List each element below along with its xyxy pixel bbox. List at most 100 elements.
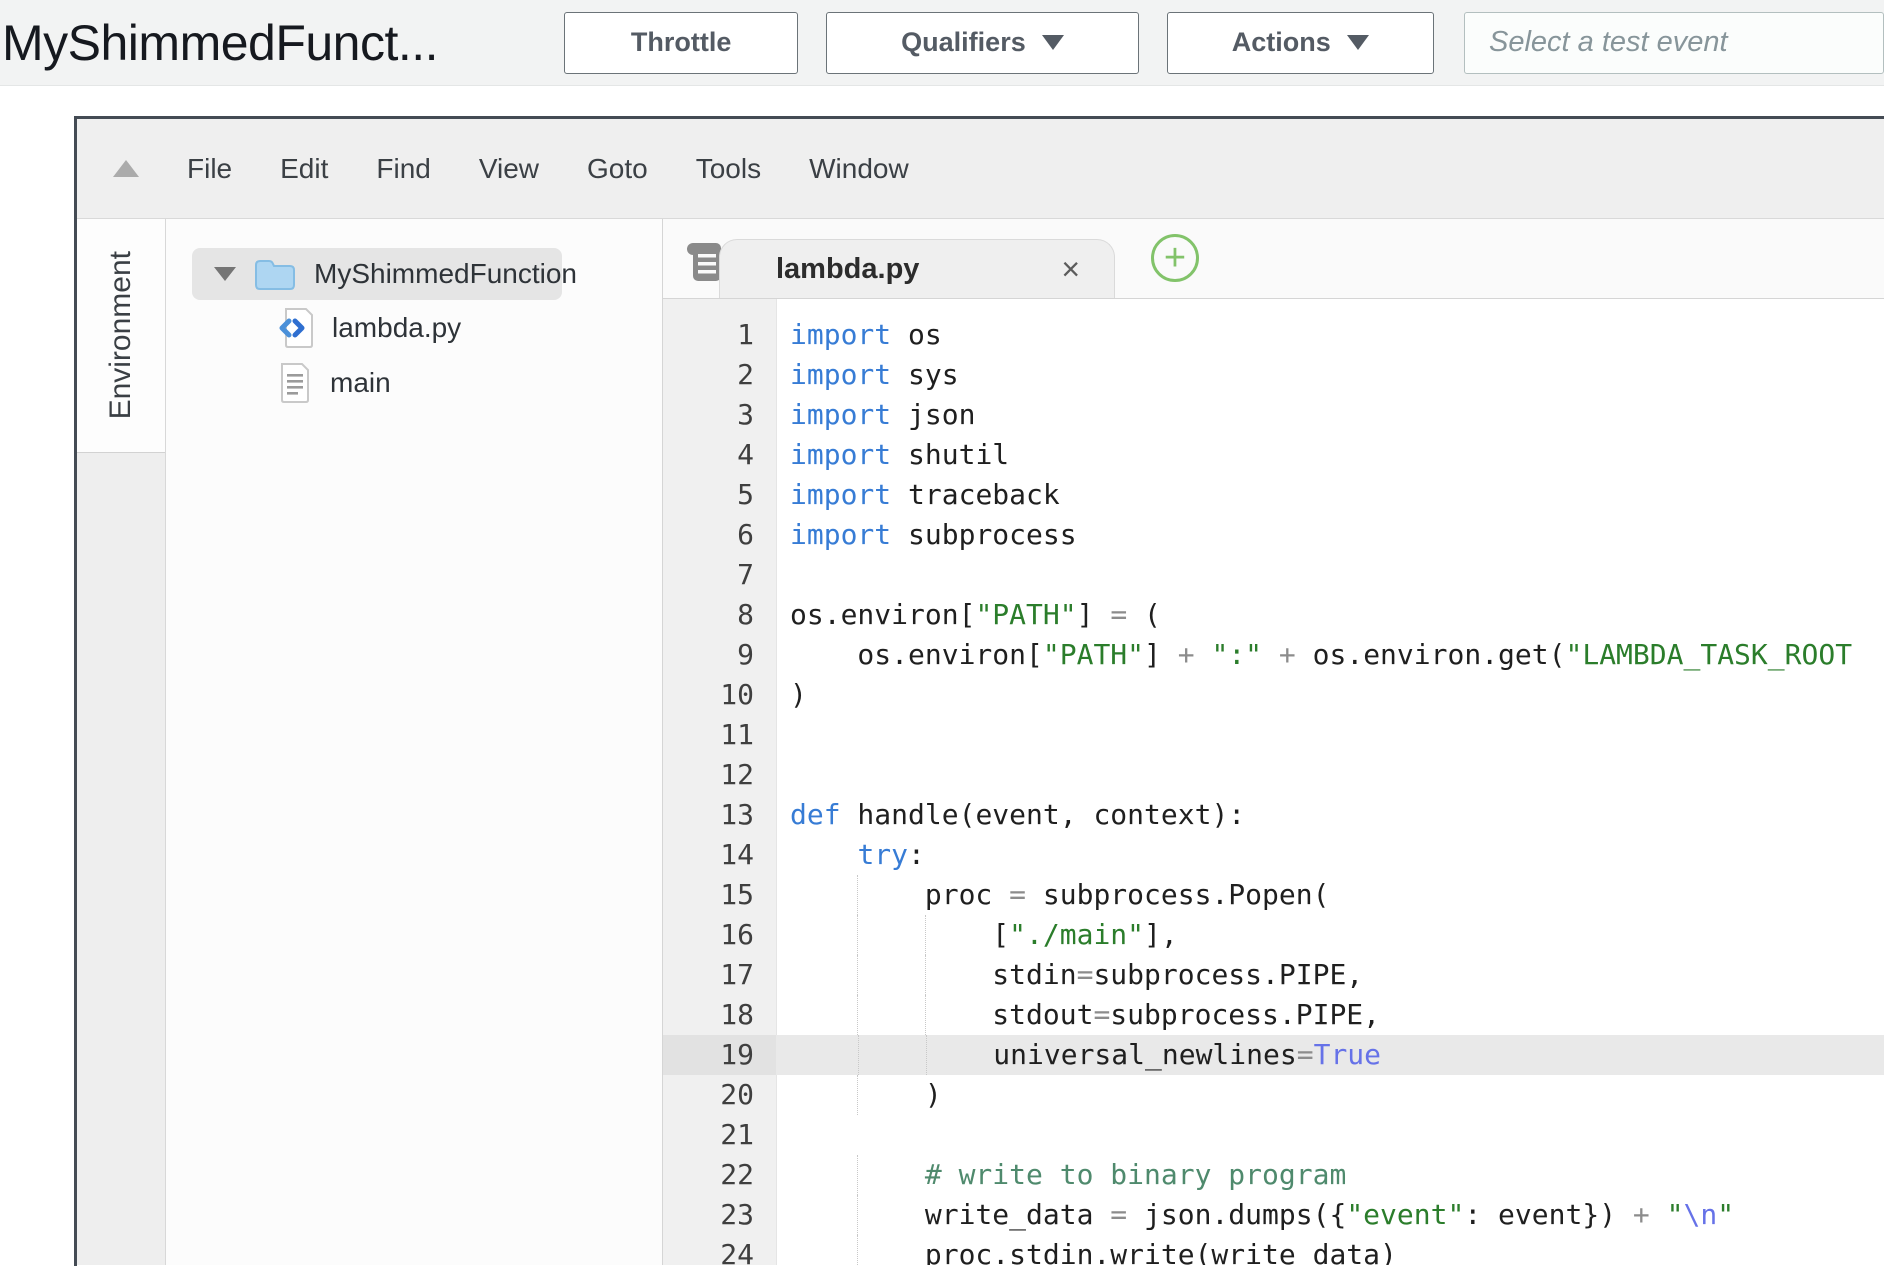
code-line-6[interactable]: 6import subprocess [663, 515, 1884, 555]
qualifiers-dropdown-button[interactable]: Qualifiers [826, 12, 1138, 74]
indent-guide [926, 1035, 927, 1075]
code-line-18[interactable]: 18 stdout=subprocess.PIPE, [663, 995, 1884, 1035]
throttle-button[interactable]: Throttle [564, 12, 798, 74]
menu-item-tools[interactable]: Tools [696, 153, 761, 185]
code-line-12[interactable]: 12 [663, 755, 1884, 795]
code-file-icon [278, 307, 314, 349]
file-name: main [330, 367, 391, 399]
code-line-3[interactable]: 3import json [663, 395, 1884, 435]
indent-guide [857, 1195, 858, 1235]
code-line-9[interactable]: 9 os.environ["PATH"] + ":" + os.environ.… [663, 635, 1884, 675]
line-number: 18 [663, 995, 776, 1035]
code-area[interactable]: 1import os2import sys3import json4import… [663, 299, 1884, 1265]
throttle-button-label: Throttle [631, 27, 732, 58]
line-number: 22 [663, 1155, 776, 1195]
line-content [776, 1115, 1884, 1155]
line-number: 20 [663, 1075, 776, 1115]
folder-expand-caret-icon[interactable] [214, 267, 236, 281]
line-number: 5 [663, 475, 776, 515]
line-content: import sys [776, 355, 1884, 395]
line-content [776, 755, 1884, 795]
menu-item-find[interactable]: Find [376, 153, 430, 185]
line-number: 19 [663, 1035, 776, 1075]
code-line-8[interactable]: 8os.environ["PATH"] = ( [663, 595, 1884, 635]
line-content: stdout=subprocess.PIPE, [776, 995, 1884, 1035]
line-number: 12 [663, 755, 776, 795]
line-number: 16 [663, 915, 776, 955]
test-event-select[interactable]: Select a test event [1464, 12, 1884, 74]
new-tab-button[interactable]: + [1151, 234, 1199, 282]
tree-file-row-main[interactable]: main [166, 355, 662, 410]
code-line-24[interactable]: 24 proc.stdin.write(write_data) [663, 1235, 1884, 1265]
text-file-icon [278, 362, 312, 404]
actions-button-label: Actions [1232, 27, 1331, 58]
plus-icon: + [1164, 239, 1186, 277]
tab-lambda-py[interactable]: lambda.py × [719, 239, 1115, 298]
collapse-editor-icon[interactable] [113, 160, 139, 177]
line-content: os.environ["PATH"] = ( [776, 595, 1884, 635]
indent-guide [925, 995, 926, 1035]
code-line-14[interactable]: 14 try: [663, 835, 1884, 875]
tab-close-icon[interactable]: × [1061, 253, 1080, 285]
code-line-15[interactable]: 15 proc = subprocess.Popen( [663, 875, 1884, 915]
actions-dropdown-button[interactable]: Actions [1167, 12, 1434, 74]
line-number: 15 [663, 875, 776, 915]
menu-item-window[interactable]: Window [809, 153, 909, 185]
code-line-21[interactable]: 21 [663, 1115, 1884, 1155]
line-number: 6 [663, 515, 776, 555]
code-line-20[interactable]: 20 ) [663, 1075, 1884, 1115]
code-line-10[interactable]: 10) [663, 675, 1884, 715]
indent-guide [858, 1035, 859, 1075]
file-name: lambda.py [332, 312, 461, 344]
code-line-16[interactable]: 16 ["./main"], [663, 915, 1884, 955]
line-content: import os [776, 315, 1884, 355]
indent-guide [857, 915, 858, 955]
editor-menubar: File Edit Find View Goto Tools Window [77, 119, 1884, 219]
code-editor: lambda.py × + 1import os2import sys3impo… [663, 219, 1884, 1265]
line-number: 21 [663, 1115, 776, 1155]
left-tab-strip: Environment [77, 219, 166, 1265]
environment-tab[interactable]: Environment [77, 219, 165, 453]
tab-list-icon[interactable] [685, 241, 723, 288]
line-number: 8 [663, 595, 776, 635]
code-line-11[interactable]: 11 [663, 715, 1884, 755]
menu-item-file[interactable]: File [187, 153, 232, 185]
code-line-2[interactable]: 2import sys [663, 355, 1884, 395]
line-content: def handle(event, context): [776, 795, 1884, 835]
line-number: 4 [663, 435, 776, 475]
caret-down-icon [1042, 35, 1064, 50]
tree-folder-row[interactable]: MyShimmedFunction [192, 248, 562, 300]
line-number: 3 [663, 395, 776, 435]
indent-guide [925, 955, 926, 995]
code-line-4[interactable]: 4import shutil [663, 435, 1884, 475]
code-line-7[interactable]: 7 [663, 555, 1884, 595]
line-content [776, 555, 1884, 595]
code-line-17[interactable]: 17 stdin=subprocess.PIPE, [663, 955, 1884, 995]
line-number: 13 [663, 795, 776, 835]
code-line-5[interactable]: 5import traceback [663, 475, 1884, 515]
line-content: import shutil [776, 435, 1884, 475]
line-number: 7 [663, 555, 776, 595]
qualifiers-button-label: Qualifiers [901, 27, 1026, 58]
code-line-19[interactable]: 19 universal_newlines=True [663, 1035, 1884, 1075]
code-line-13[interactable]: 13def handle(event, context): [663, 795, 1884, 835]
line-number: 23 [663, 1195, 776, 1235]
indent-guide [857, 995, 858, 1035]
menu-item-goto[interactable]: Goto [587, 153, 648, 185]
code-line-1[interactable]: 1import os [663, 315, 1884, 355]
editor-tabbar: lambda.py × + [663, 219, 1884, 299]
indent-guide [857, 1155, 858, 1195]
code-line-23[interactable]: 23 write_data = json.dumps({"event": eve… [663, 1195, 1884, 1235]
line-number: 10 [663, 675, 776, 715]
line-content: # write to binary program [776, 1155, 1884, 1195]
line-content: write_data = json.dumps({"event": event}… [776, 1195, 1884, 1235]
line-content: universal_newlines=True [777, 1035, 1884, 1075]
tree-file-row-lambda-py[interactable]: lambda.py [166, 300, 662, 355]
menu-item-view[interactable]: View [479, 153, 539, 185]
line-number: 14 [663, 835, 776, 875]
line-number: 1 [663, 315, 776, 355]
code-line-22[interactable]: 22 # write to binary program [663, 1155, 1884, 1195]
menu-item-edit[interactable]: Edit [280, 153, 328, 185]
file-tree-panel: MyShimmedFunction lambda.py main [166, 219, 663, 1265]
line-content: try: [776, 835, 1884, 875]
